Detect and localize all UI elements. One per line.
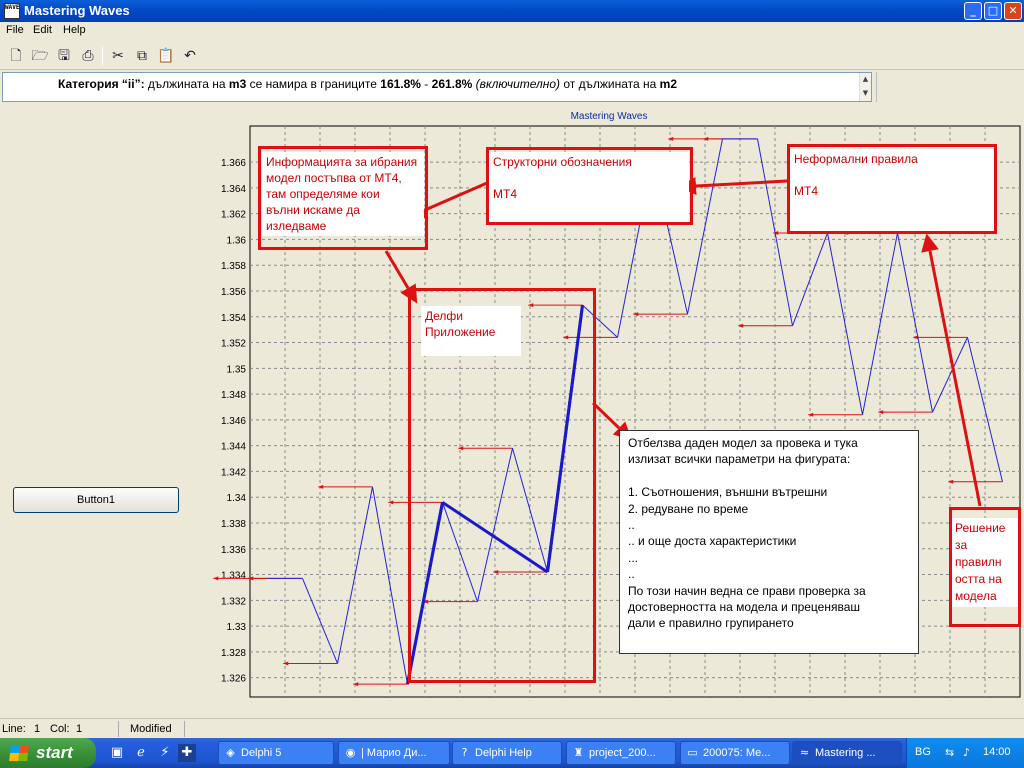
toolbar: 🗋 🗁 🖫 ⎙ ✂ ⧉ 📋 ↶: [0, 42, 1024, 70]
status-line: 1: [34, 723, 41, 735]
ie-icon[interactable]: ℯ: [132, 744, 150, 762]
status-col-label: Col:: [50, 723, 70, 735]
close-button[interactable]: ✕: [1004, 2, 1022, 20]
y-tick-label: 1.35: [227, 364, 247, 375]
right-top-panel: [876, 72, 1022, 102]
message-text: Категория “ii”: дължината на m3 се намир…: [58, 77, 677, 91]
task-delphi-help[interactable]: ? Delphi Help: [452, 741, 562, 765]
menu-edit[interactable]: Edit: [33, 24, 52, 36]
y-tick-label: 1.352: [221, 339, 246, 350]
wave-icon: ≈: [799, 746, 810, 759]
y-tick-label: 1.346: [221, 416, 246, 427]
uk-flag-icon[interactable]: ✚: [178, 744, 196, 762]
help-icon: ?: [461, 746, 468, 759]
y-tick-label: 1.36: [227, 235, 247, 246]
status-line-label: Line:: [2, 723, 26, 735]
language-indicator[interactable]: BG: [915, 746, 931, 758]
chat-icon: ◉: [345, 746, 356, 759]
task-project[interactable]: ♜ project_200...: [566, 741, 676, 765]
delphi-icon: ◈: [226, 746, 235, 759]
window-title: Mastering Waves: [24, 3, 130, 18]
open-icon[interactable]: 🗁: [30, 46, 50, 66]
informal-box: Неформални правила МТ4: [787, 144, 997, 234]
menu-file[interactable]: File: [6, 24, 24, 36]
menu-bar: File Edit Help: [0, 22, 1024, 40]
clock: 14:00: [983, 746, 1011, 758]
y-tick-label: 1.358: [221, 261, 246, 272]
y-tick-label: 1.326: [221, 674, 246, 685]
desktop-icon[interactable]: ▣: [108, 744, 126, 762]
delphi-text: Делфи Приложение: [421, 306, 521, 356]
copy-icon[interactable]: ⧉: [132, 46, 152, 66]
print-icon[interactable]: ⎙: [78, 46, 98, 66]
menu-help[interactable]: Help: [63, 24, 86, 36]
chart-title: Mastering Waves: [571, 111, 648, 122]
save-icon[interactable]: 🖫: [54, 46, 74, 66]
new-icon[interactable]: 🗋: [6, 46, 26, 66]
minimize-button[interactable]: _: [964, 2, 982, 20]
network-icon[interactable]: ⇆: [945, 746, 954, 759]
delphi-box: Делфи Приложение: [408, 288, 596, 683]
scroll-down-icon[interactable]: ▼: [860, 87, 871, 101]
level-arrow-head: [213, 576, 219, 581]
y-tick-label: 1.338: [221, 519, 246, 530]
y-tick-label: 1.364: [221, 184, 246, 195]
y-tick-label: 1.354: [221, 313, 246, 324]
undo-icon[interactable]: ↶: [180, 46, 200, 66]
status-modified: Modified: [130, 723, 172, 735]
y-tick-label: 1.362: [221, 210, 246, 221]
start-button[interactable]: start: [0, 738, 96, 768]
y-tick-label: 1.356: [221, 287, 246, 298]
windows-logo-icon: [9, 745, 29, 761]
winamp-icon[interactable]: ⚡: [156, 744, 174, 762]
info-text: Информацията за ибрания модел постъпва о…: [262, 152, 424, 236]
left-panel: Button1: [0, 106, 212, 716]
status-bar: Line: 1 Col: 1 Modified: [0, 718, 1024, 738]
task-200075[interactable]: ▭ 200075: Ме...: [680, 741, 790, 765]
title-bar: WAVE Mastering Waves _ □ ✕: [0, 0, 1024, 22]
y-tick-label: 1.332: [221, 596, 246, 607]
scroll-up-icon[interactable]: ▲: [860, 73, 871, 87]
volume-icon[interactable]: ♪: [963, 746, 970, 759]
status-col: 1: [76, 723, 83, 735]
y-tick-label: 1.34: [227, 493, 247, 504]
start-label: start: [36, 743, 73, 762]
y-tick-label: 1.334: [221, 571, 246, 582]
y-tick-label: 1.366: [221, 158, 246, 169]
main-note: Отбелзва даден модел за провека и тука и…: [619, 430, 919, 654]
y-tick-label: 1.342: [221, 467, 246, 478]
task-delphi5[interactable]: ◈ Delphi 5: [218, 741, 334, 765]
y-axis-ticks: 1.326 1.328 1.33 1.332 1.334 1.336 1.338 1.34 1.…: [221, 158, 246, 685]
task-mastering-waves[interactable]: ≈ Mastering ...: [792, 741, 902, 765]
status-divider: [118, 721, 119, 737]
status-divider: [184, 721, 185, 737]
informal-text: Неформални правила МТ4: [790, 149, 994, 231]
message-box[interactable]: Категория “ii”: дължината на m3 се намир…: [2, 72, 872, 102]
info-box: Информацията за ибрания модел постъпва о…: [258, 146, 428, 250]
message-scrollbar[interactable]: ▲ ▼: [859, 73, 871, 101]
structural-text: Структорни обозначения МТ4: [489, 152, 689, 222]
y-tick-label: 1.33: [227, 622, 247, 633]
app-icon: WAVE: [4, 3, 20, 19]
y-tick-label: 1.328: [221, 648, 246, 659]
structural-box: Структорни обозначения МТ4: [486, 147, 693, 225]
project-icon: ♜: [573, 746, 584, 759]
paste-icon[interactable]: 📋: [156, 46, 176, 66]
solution-text: Решение за правилн остта на модела: [952, 518, 1018, 607]
y-tick-label: 1.344: [221, 442, 246, 453]
button1[interactable]: Button1: [13, 487, 179, 513]
solution-box: Решение за правилн остта на модела: [949, 507, 1021, 627]
cut-icon[interactable]: ✂: [108, 46, 128, 66]
chart-area: Mastering Waves 1.326 1.328 1.33 1.332 1.334…: [212, 106, 1022, 716]
y-tick-label: 1.348: [221, 390, 246, 401]
toolbar-separator: [102, 47, 103, 65]
y-tick-label: 1.336: [221, 545, 246, 556]
maximize-button[interactable]: □: [984, 2, 1002, 20]
window-icon: ▭: [687, 746, 698, 759]
taskbar: start ▣ ℯ ⚡ ✚ ◈ Delphi 5 ◉ | Марио Ди... ?…: [0, 738, 1024, 768]
system-tray: BG ⇆ ♪ 14:00: [906, 738, 1024, 768]
task-chat[interactable]: ◉ | Марио Ди...: [338, 741, 450, 765]
